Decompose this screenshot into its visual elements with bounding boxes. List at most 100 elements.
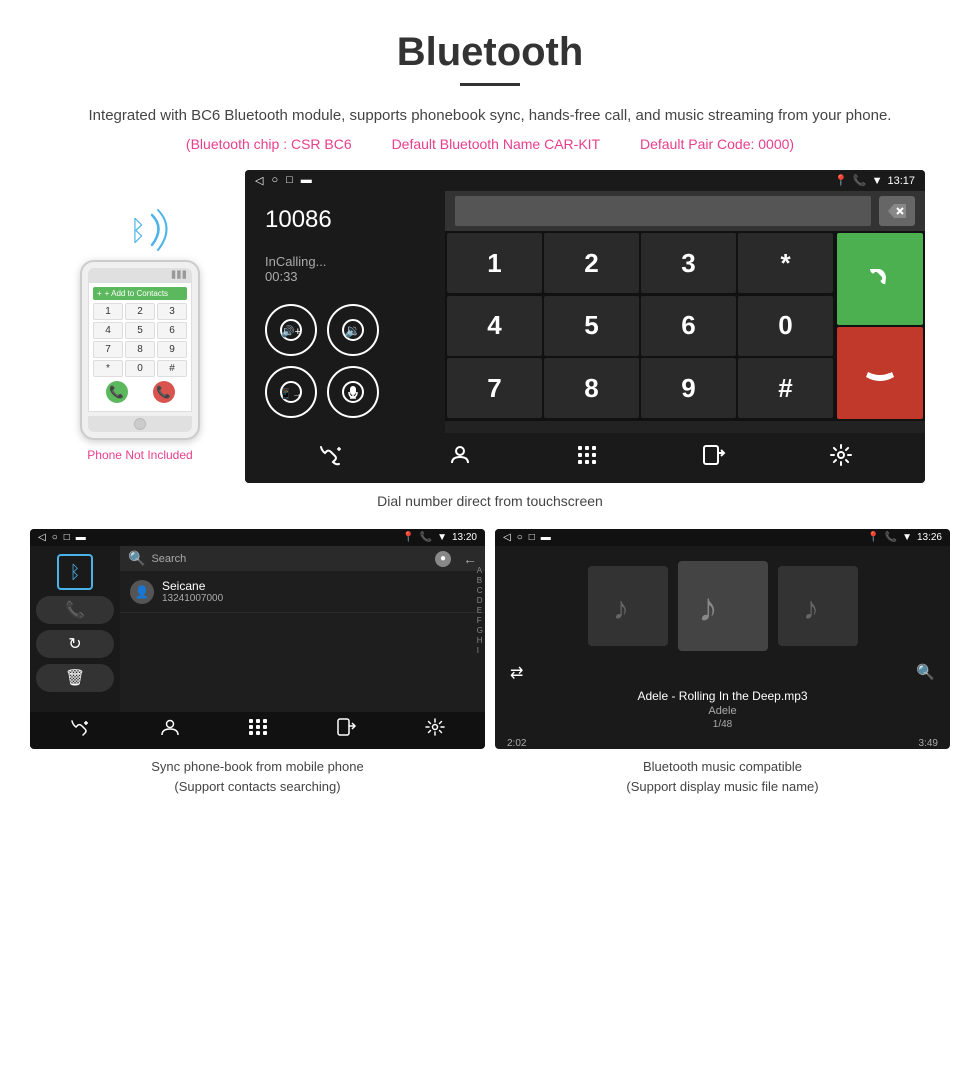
- pb-delete-button[interactable]: 🗑: [36, 664, 114, 692]
- contacts-tab-icon[interactable]: [448, 443, 472, 473]
- nav-menu-icon[interactable]: ▬: [301, 174, 312, 187]
- pb-recent-icon[interactable]: □: [64, 532, 70, 543]
- pb-home-icon[interactable]: ○: [52, 532, 58, 543]
- svg-text:♪: ♪: [803, 590, 819, 626]
- ms-status-right: 📍 📞 ▼ 13:26: [867, 532, 942, 543]
- dial-key-0[interactable]: 0: [738, 296, 833, 356]
- phone-screen: + + Add to Contacts 1 2 3 4 5 6 7 8 9 * …: [88, 282, 192, 412]
- mic-button[interactable]: [327, 366, 379, 418]
- settings-tab-icon[interactable]: [829, 443, 853, 473]
- music-card: ◁ ○ □ ▬ 📍 📞 ▼ 13:26 ♪: [495, 529, 950, 796]
- phone-key-8[interactable]: 8: [125, 341, 155, 358]
- pb-keypad-icon[interactable]: [248, 718, 268, 741]
- phonebook-caption-line2: (Support contacts searching): [151, 777, 363, 797]
- pb-contacts-icon[interactable]: [160, 718, 180, 741]
- nav-recent-icon[interactable]: □: [286, 174, 293, 187]
- dial-key-1[interactable]: 1: [447, 233, 542, 293]
- pb-left-sidebar: ᛒ 📞 ↻ 🗑: [30, 546, 120, 712]
- svg-text:ᛒ: ᛒ: [130, 216, 147, 247]
- call-icon: 📞: [853, 174, 867, 187]
- phone-key-hash[interactable]: #: [157, 360, 187, 377]
- dial-key-6[interactable]: 6: [641, 296, 736, 356]
- keypad-tab-icon[interactable]: [575, 443, 599, 473]
- ms-shuffle-icon[interactable]: ⇄: [510, 663, 523, 683]
- phone-key-6[interactable]: 6: [157, 322, 187, 339]
- music-note-right-icon: ♪: [793, 581, 843, 631]
- pb-search-icon[interactable]: 🔍: [128, 550, 145, 567]
- dial-key-star[interactable]: *: [738, 233, 833, 293]
- dial-backspace-button[interactable]: [879, 196, 915, 226]
- calls-tab-icon[interactable]: [317, 443, 345, 473]
- call-action-buttons: [835, 231, 925, 421]
- phone-key-7[interactable]: 7: [93, 341, 123, 358]
- ms-search-btn[interactable]: 🔍: [916, 663, 935, 683]
- car-main-content: 10086 InCalling... 00:33 🔊+: [245, 191, 925, 433]
- volume-up-button[interactable]: 🔊+: [265, 304, 317, 356]
- transfer-button[interactable]: 📱→: [265, 366, 317, 418]
- dial-key-7[interactable]: 7: [447, 358, 542, 418]
- dial-key-8[interactable]: 8: [544, 358, 639, 418]
- pb-calls-icon[interactable]: [70, 718, 92, 741]
- pb-nav-icons: ◁ ○ □ ▬: [38, 532, 86, 543]
- phone-key-4[interactable]: 4: [93, 322, 123, 339]
- phone-call-button[interactable]: 📞: [106, 381, 128, 403]
- phone-key-2[interactable]: 2: [125, 303, 155, 320]
- phone-call-buttons: 📞 📞: [93, 381, 187, 403]
- phone-key-3[interactable]: 3: [157, 303, 187, 320]
- svg-text:📱→: 📱→: [280, 387, 302, 400]
- ms-artist: Adele: [495, 705, 950, 719]
- pb-search-bar: 🔍 Search ● ←: [120, 546, 485, 571]
- pb-back-arrow[interactable]: ←: [463, 551, 477, 567]
- bottom-section: ◁ ○ □ ▬ 📍 📞 ▼ 13:20 ᛒ 📞 ↻ 🗑: [0, 529, 980, 796]
- nav-home-icon[interactable]: ○: [271, 174, 278, 187]
- car-dial-screen: ◁ ○ □ ▬ 📍 📞 ▼ 13:17 10086 InCalling...: [245, 170, 925, 483]
- call-timer: 00:33: [265, 269, 425, 284]
- phone-end-button[interactable]: 📞: [153, 381, 175, 403]
- pb-menu-icon[interactable]: ▬: [76, 532, 86, 543]
- volume-down-icon: 🔉: [341, 318, 365, 342]
- dial-key-2[interactable]: 2: [544, 233, 639, 293]
- ms-home-icon[interactable]: ○: [517, 532, 523, 543]
- volume-down-button[interactable]: 🔉: [327, 304, 379, 356]
- music-caption-line1: Bluetooth music compatible: [626, 757, 818, 777]
- pb-bluetooth-icon: ᛒ: [57, 554, 93, 590]
- dial-key-3[interactable]: 3: [641, 233, 736, 293]
- ms-menu-icon[interactable]: ▬: [541, 532, 551, 543]
- dial-key-hash[interactable]: #: [738, 358, 833, 418]
- pb-back-icon[interactable]: ◁: [38, 532, 46, 543]
- pb-call-button[interactable]: 📞: [36, 596, 114, 624]
- dial-key-5[interactable]: 5: [544, 296, 639, 356]
- pb-transfer-icon[interactable]: [337, 718, 357, 741]
- ms-recent-icon[interactable]: □: [529, 532, 535, 543]
- end-call-button[interactable]: [837, 327, 923, 419]
- location-icon: 📍: [834, 174, 848, 187]
- dial-input-box[interactable]: [455, 196, 871, 226]
- phone-key-9[interactable]: 9: [157, 341, 187, 358]
- phone-key-1[interactable]: 1: [93, 303, 123, 320]
- phone-key-star[interactable]: *: [93, 360, 123, 377]
- bt-chip: (Bluetooth chip : CSR BC6: [186, 136, 352, 152]
- phone-home-button[interactable]: [134, 418, 146, 430]
- nav-back-icon[interactable]: ◁: [255, 174, 263, 187]
- transfer-tab-icon[interactable]: [702, 443, 726, 473]
- page-title: Bluetooth: [0, 0, 980, 83]
- phone-key-5[interactable]: 5: [125, 322, 155, 339]
- ctrl-row-1: 🔊+ 🔉: [265, 304, 425, 356]
- pb-sync-button[interactable]: ↻: [36, 630, 114, 658]
- calls-icon: [317, 443, 345, 467]
- car-status-bar: ◁ ○ □ ▬ 📍 📞 ▼ 13:17: [245, 170, 925, 191]
- dial-number-grid: 1 2 3 * 4 5 6 0 7 8 9 #: [445, 231, 835, 421]
- pb-transfer-svg: [337, 718, 357, 736]
- answer-icon: [862, 261, 898, 297]
- phone-key-0[interactable]: 0: [125, 360, 155, 377]
- dial-key-4[interactable]: 4: [447, 296, 542, 356]
- dial-input-row: [445, 191, 925, 231]
- ms-back-icon[interactable]: ◁: [503, 532, 511, 543]
- bt-waves-container: ᛒ: [100, 200, 180, 260]
- dial-key-9[interactable]: 9: [641, 358, 736, 418]
- answer-call-button[interactable]: [837, 233, 923, 325]
- pb-settings-icon[interactable]: [425, 718, 445, 741]
- pb-contact-item[interactable]: 👤 Seicane 13241007000: [120, 571, 485, 613]
- svg-text:🔊+: 🔊+: [281, 324, 301, 338]
- pb-bottom-bar: [30, 712, 485, 747]
